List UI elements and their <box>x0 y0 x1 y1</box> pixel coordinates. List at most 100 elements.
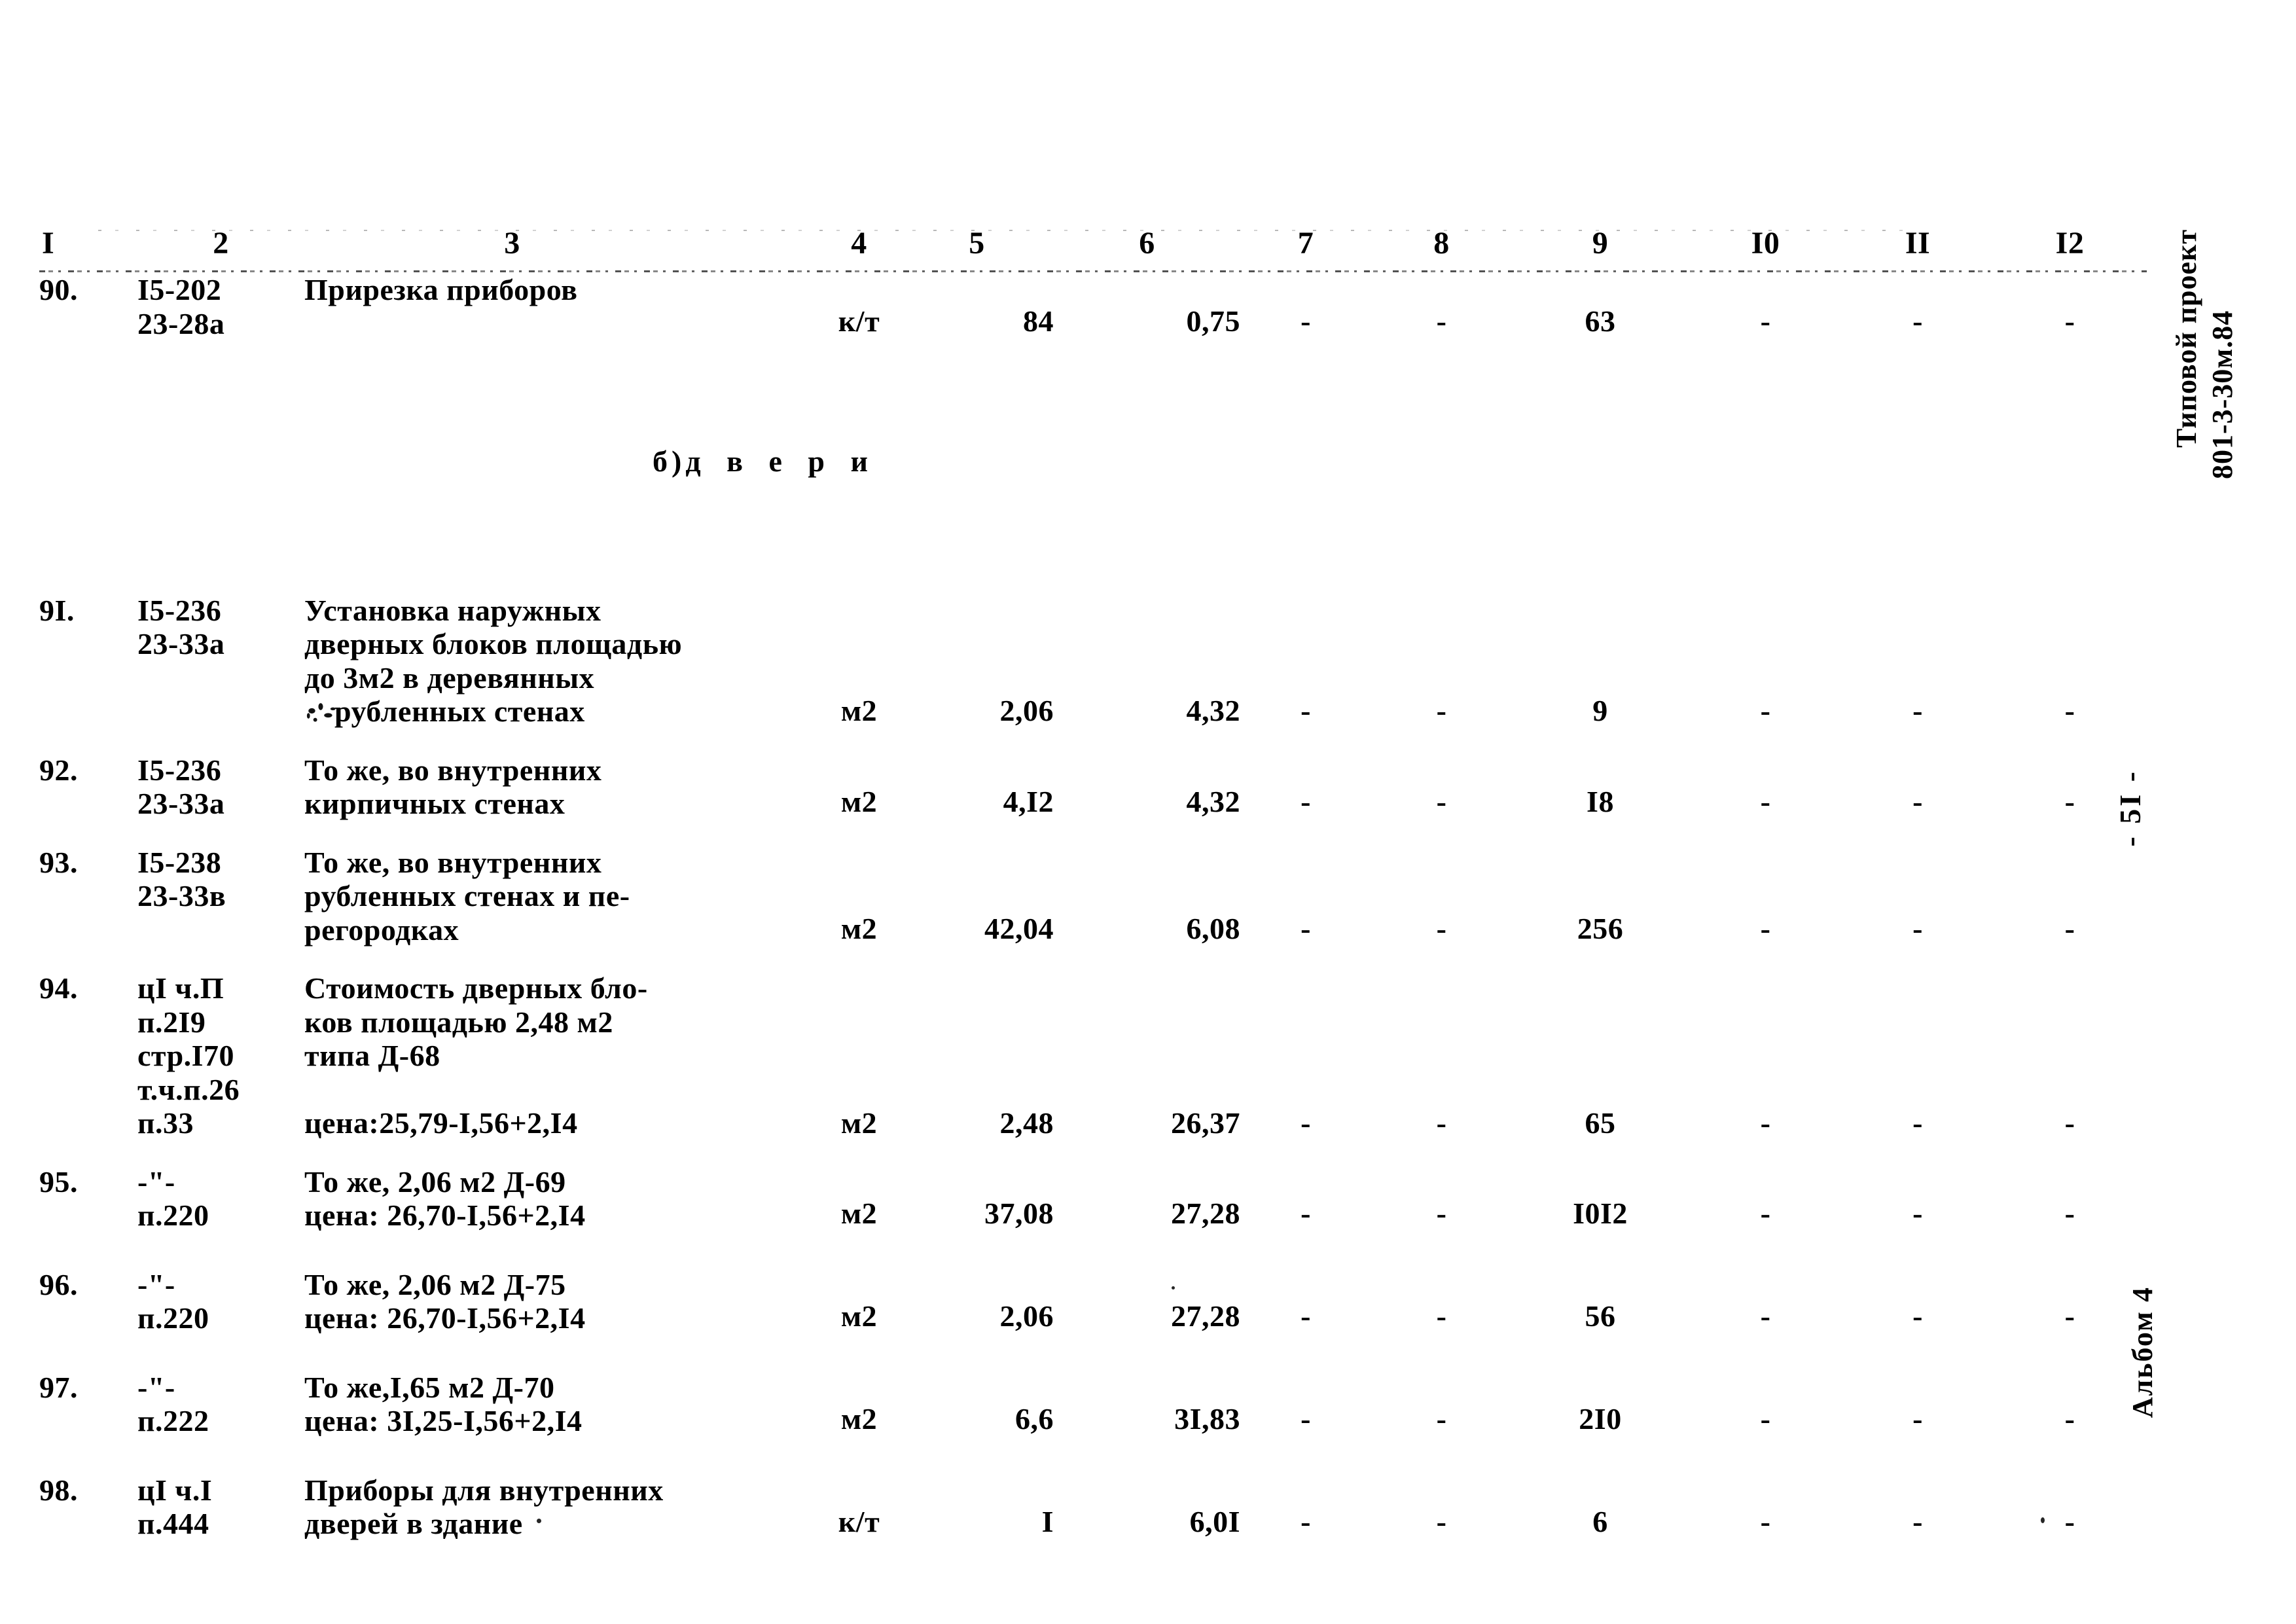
table-row: 94. цI ч.П п.2I9 стр.I70 т.ч.п.26 п.33 С… <box>39 969 2147 1143</box>
row-col8: - <box>1436 1299 1447 1333</box>
table-row: 96. -"- п.220 То же, 2,06 м2 Д-75 цена: … <box>39 1265 2147 1338</box>
table-row: 9I. I5-236 23-33а Установка наружных двер… <box>39 591 2147 731</box>
estimate-table-container: I 2 3 4 5 6 7 8 9 I0 II I2 90. I5-202 23… <box>39 226 2193 1543</box>
row-description: То же, во внутренних рубленных стенах и … <box>304 845 630 947</box>
row-description: Приборы для внутренних дверей в здание <box>304 1473 664 1541</box>
column-header-3: 3 <box>504 226 520 261</box>
row-col11: - <box>1912 784 1923 818</box>
row-price: 6,08 <box>1186 911 1240 945</box>
row-col12: - <box>2064 1299 2075 1333</box>
spacer-row <box>39 1338 2147 1368</box>
page-number: - 5I - <box>2113 769 2147 847</box>
row-col8: - <box>1436 784 1447 818</box>
row-col11: - <box>1912 304 1923 338</box>
row-col7: - <box>1300 1504 1311 1538</box>
spacer-row <box>39 949 2147 969</box>
row-number: 94. <box>39 971 78 1005</box>
row-col11: - <box>1912 1106 1923 1140</box>
subsection-heading: б)д в е р и <box>304 343 868 579</box>
row-unit: м2 <box>840 1106 878 1140</box>
ink-smudge-artifact <box>304 700 338 726</box>
column-header-5: 5 <box>969 226 985 261</box>
spacer-row <box>39 823 2147 843</box>
row-col12: - <box>2064 1504 2075 1538</box>
row-price: 26,37 <box>1171 1106 1240 1140</box>
row-col8: - <box>1436 304 1447 338</box>
row-price: 27,28 <box>1171 1196 1240 1230</box>
row-col7: - <box>1300 784 1311 818</box>
row-col10: - <box>1760 1196 1771 1230</box>
row-col12: - <box>2064 304 2075 338</box>
row-quantity: 2,48 <box>999 1106 1054 1140</box>
row-number: 96. <box>39 1267 78 1301</box>
row-col10: - <box>1760 304 1771 338</box>
project-stamp-title: Типовой проект <box>2170 229 2202 448</box>
row-col12: - <box>2064 1401 2075 1435</box>
row-code: -"- п.220 <box>137 1267 209 1335</box>
row-col10: - <box>1760 693 1771 727</box>
subsection-heading-row: б)д в е р и <box>39 343 2147 579</box>
row-col7: - <box>1300 1196 1311 1230</box>
row-quantity: 2,06 <box>999 1299 1054 1333</box>
row-unit: м2 <box>840 784 878 818</box>
album-stamp: Альбом 4 <box>2126 1286 2159 1418</box>
row-col10: - <box>1760 784 1771 818</box>
row-unit: м2 <box>840 1299 878 1333</box>
column-header-4: 4 <box>851 226 867 261</box>
row-code: цI ч.I п.444 <box>137 1473 213 1541</box>
row-col7: - <box>1300 304 1311 338</box>
row-number: 93. <box>39 845 78 879</box>
table-row: 93. I5-238 23-33в То же, во внутренних р… <box>39 843 2147 950</box>
scan-speck <box>537 1519 541 1523</box>
row-col11: - <box>1912 1401 1923 1435</box>
row-price: 6,0I <box>1189 1504 1240 1538</box>
row-quantity: 42,04 <box>984 911 1054 945</box>
column-header-2: 2 <box>213 226 229 261</box>
column-header-8: 8 <box>1433 226 1450 261</box>
row-description: Стоимость дверных бло- ков площадью 2,48… <box>304 971 648 1140</box>
row-price: 4,32 <box>1186 784 1240 818</box>
row-col10: - <box>1760 1299 1771 1333</box>
row-unit: к/т <box>838 304 880 338</box>
table-header: I 2 3 4 5 6 7 8 9 I0 II I2 <box>39 226 2147 272</box>
row-col10: - <box>1760 1504 1771 1538</box>
row-description: То же,I,65 м2 Д-70 цена: 3I,25-I,56+2,I4 <box>304 1370 583 1438</box>
row-price: 0,75 <box>1186 304 1240 338</box>
row-col7: - <box>1300 693 1311 727</box>
desc-line-4: рубленных стенах <box>334 695 585 729</box>
row-col10: - <box>1760 1401 1771 1435</box>
row-quantity: I <box>1041 1504 1054 1538</box>
row-code: -"- п.220 <box>137 1164 209 1233</box>
subsection-marker: б) <box>653 444 686 478</box>
spacer-row <box>39 731 2147 751</box>
row-quantity: 4,I2 <box>1003 784 1054 818</box>
column-header-11: II <box>1905 226 1931 261</box>
document-page: I 2 3 4 5 6 7 8 9 I0 II I2 90. I5-202 23… <box>0 0 2296 1624</box>
row-col11: - <box>1912 693 1923 727</box>
row-col9: 65 <box>1585 1106 1616 1140</box>
row-description: То же, 2,06 м2 Д-69 цена: 26,70-I,56+2,I… <box>304 1164 586 1233</box>
desc-line-2: дверных блоков площадью <box>304 627 683 661</box>
row-description: Установка наружных дверных блоков площадь… <box>304 591 818 731</box>
desc-line-3: до 3м2 в деревянных <box>304 660 595 695</box>
row-col7: - <box>1300 911 1311 945</box>
row-quantity: 6,6 <box>1015 1401 1054 1435</box>
row-quantity: 2,06 <box>999 693 1054 727</box>
row-description: То же, во внутренних кирпичных стенах <box>304 753 602 821</box>
column-header-9: 9 <box>1592 226 1609 261</box>
row-number: 97. <box>39 1370 78 1404</box>
row-col11: - <box>1912 911 1923 945</box>
row-col7: - <box>1300 1106 1311 1140</box>
column-header-1: I <box>42 226 55 261</box>
estimate-table: I 2 3 4 5 6 7 8 9 I0 II I2 90. I5-202 23… <box>39 226 2147 1543</box>
row-col9: 2I0 <box>1579 1401 1622 1435</box>
row-col8: - <box>1436 693 1447 727</box>
row-price: 4,32 <box>1186 693 1240 727</box>
row-code: I5-236 23-33а <box>137 753 225 821</box>
row-col8: - <box>1436 1401 1447 1435</box>
row-number: 95. <box>39 1164 78 1199</box>
table-row: 95. -"- п.220 То же, 2,06 м2 Д-69 цена: … <box>39 1163 2147 1235</box>
spacer-row <box>39 1441 2147 1471</box>
desc-line-1: Установка наружных <box>304 593 601 627</box>
row-col9: I8 <box>1587 784 1614 818</box>
